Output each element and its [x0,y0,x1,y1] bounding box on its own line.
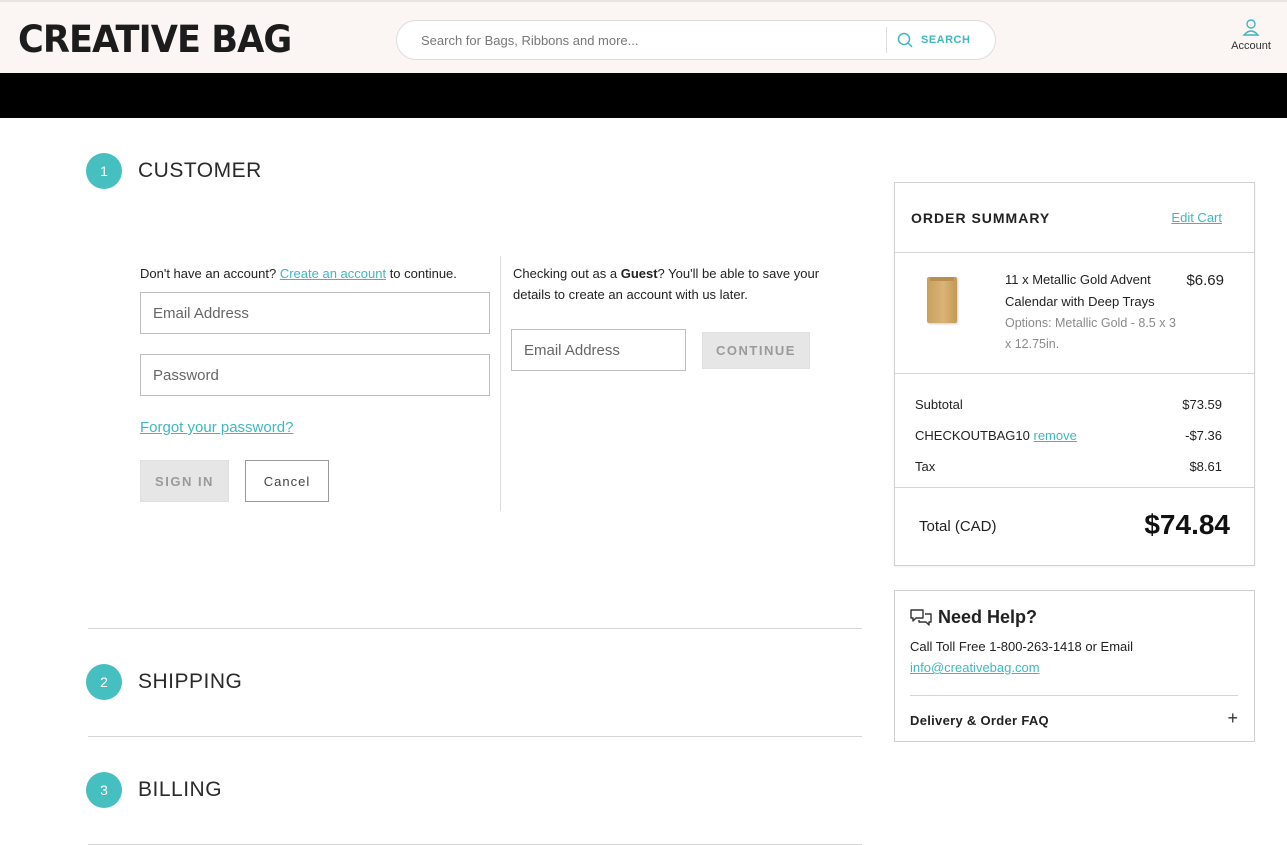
order-summary-title: ORDER SUMMARY [911,210,1051,226]
summary-divider [895,252,1254,253]
coupon-row: CHECKOUTBAG10 remove [915,428,1077,443]
edit-cart-link[interactable]: Edit Cart [1171,210,1222,225]
site-header: CREATIVE BAG SEARCH Account [0,0,1287,73]
help-email-link[interactable]: info@creativebag.com [910,657,1040,678]
user-icon [1242,19,1260,36]
coupon-code: CHECKOUTBAG10 [915,428,1030,443]
forgot-password-link[interactable]: Forgot your password? [140,419,293,436]
column-divider [500,256,501,511]
faq-accordion[interactable]: Delivery & Order FAQ + [910,695,1238,743]
subtotal-value: $73.59 [1182,397,1222,412]
help-box: Need Help? Call Toll Free 1-800-263-1418… [894,590,1255,742]
login-password-field[interactable] [140,354,490,396]
guest-email-field[interactable] [511,329,686,371]
order-summary: ORDER SUMMARY Edit Cart 11 x Metallic Go… [894,182,1255,566]
total-value: $74.84 [1144,509,1230,540]
gold-bag-image [927,277,957,323]
prompt-text: Don't have an account? [140,266,277,281]
sign-in-button[interactable]: SIGN IN [140,460,229,502]
total-label: Total (CAD) [919,518,997,535]
prompt-text-end: to continue. [389,266,457,281]
create-account-prompt: Don't have an account? Create an account… [140,263,457,284]
tax-label: Tax [915,459,936,474]
guest-text-bold: Guest [620,266,658,281]
search-bar: SEARCH [396,20,996,60]
section-divider [88,736,862,737]
search-divider [886,27,887,53]
step-title-customer: CUSTOMER [138,159,262,182]
promo-banner [0,73,1287,118]
faq-label: Delivery & Order FAQ [910,713,1049,728]
help-text: Call Toll Free 1-800-263-1418 or Email i… [910,636,1240,678]
summary-divider [895,373,1254,374]
search-icon [897,32,913,48]
step-number-customer: 1 [86,153,122,189]
subtotal-label: Subtotal [915,397,963,412]
cancel-button[interactable]: Cancel [245,460,329,502]
guest-text-pre: Checking out as a [513,266,618,281]
product-options: Options: Metallic Gold - 8.5 x 3 x 12.75… [1005,316,1176,351]
section-divider [88,628,862,629]
plus-icon[interactable]: + [1227,708,1238,729]
help-title: Need Help? [938,607,1038,627]
account-label: Account [1231,40,1271,52]
step-number-shipping: 2 [86,664,122,700]
search-button-label: SEARCH [921,34,971,46]
guest-checkout-text: Checking out as a Guest? You'll be able … [513,263,858,305]
coupon-value: -$7.36 [1185,428,1222,443]
step-number-billing: 3 [86,772,122,808]
login-email-field[interactable] [140,292,490,334]
site-logo[interactable]: CREATIVE BAG [18,18,292,61]
create-account-link[interactable]: Create an account [280,266,386,281]
search-button[interactable]: SEARCH [897,21,987,59]
search-input[interactable] [421,21,881,59]
remove-coupon-link[interactable]: remove [1034,428,1077,443]
summary-divider [895,487,1254,488]
tax-value: $8.61 [1189,459,1222,474]
product-price: $6.69 [1186,272,1224,289]
chat-bubbles-icon [910,609,932,626]
step-title-billing[interactable]: BILLING [138,778,222,802]
help-phone-text: Call Toll Free 1-800-263-1418 or Email [910,639,1134,654]
step-title-shipping[interactable]: SHIPPING [138,670,242,694]
continue-button[interactable]: CONTINUE [702,332,810,369]
product-name: 11 x Metallic Gold Advent Calendar with … [1005,272,1155,309]
account-link[interactable]: Account [1222,18,1280,52]
